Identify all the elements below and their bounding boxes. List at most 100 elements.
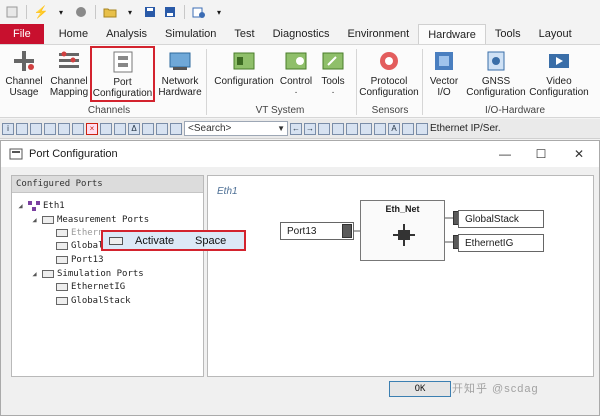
tree-item-global[interactable]: Global bbox=[56, 239, 104, 252]
port-label: GlobalStack bbox=[465, 213, 519, 225]
record-icon[interactable] bbox=[73, 4, 89, 20]
network-hardware-button[interactable]: Network Hardware bbox=[157, 49, 203, 98]
chevron-down-icon[interactable]: ▼ bbox=[277, 124, 287, 133]
copy-icon[interactable] bbox=[100, 122, 112, 135]
trace-icon[interactable] bbox=[44, 122, 56, 135]
tree-item-globalstack[interactable]: GlobalStack bbox=[56, 294, 131, 307]
port-node-ethernetig[interactable]: EthernetIG bbox=[458, 234, 544, 252]
delta-icon[interactable]: Δ bbox=[128, 122, 140, 135]
line-icon[interactable] bbox=[374, 122, 386, 135]
bookmark-icon[interactable] bbox=[332, 122, 344, 135]
context-menu-activate[interactable]: Activate Space bbox=[101, 230, 246, 251]
control-button[interactable]: Control · bbox=[278, 49, 314, 98]
gnss-configuration-button[interactable]: GNSS Configuration bbox=[466, 49, 526, 98]
channel-usage-button[interactable]: Channel Usage bbox=[4, 49, 44, 98]
network-hardware-icon bbox=[167, 49, 193, 73]
find-icon[interactable] bbox=[318, 122, 330, 135]
tree-label: Eth1 bbox=[43, 200, 65, 211]
bolt-icon[interactable]: ⚡ bbox=[33, 4, 49, 20]
vector-io-button[interactable]: Vector I/O bbox=[424, 49, 464, 98]
network-node-eth-net[interactable]: Eth_Net bbox=[360, 200, 445, 261]
forward-icon[interactable]: → bbox=[304, 122, 316, 135]
layout-icon[interactable] bbox=[346, 122, 358, 135]
chevron-down-icon[interactable]: ▾ bbox=[122, 4, 138, 20]
dialog-app-icon bbox=[9, 148, 23, 160]
tools-button[interactable]: Tools · bbox=[318, 49, 348, 98]
channel-mapping-icon bbox=[56, 49, 82, 73]
dialog-titlebar[interactable]: Port Configuration — ☐ ✕ bbox=[1, 141, 599, 167]
channel-usage-label: Channel Usage bbox=[5, 76, 43, 98]
port-configuration-button[interactable]: Port Configuration bbox=[90, 46, 155, 102]
save-icon[interactable] bbox=[142, 4, 158, 20]
tab-hardware[interactable]: Hardware bbox=[418, 24, 486, 44]
menu-item-activate[interactable]: Activate bbox=[135, 235, 195, 247]
info-icon[interactable]: i bbox=[2, 122, 14, 135]
tab-diagnostics[interactable]: Diagnostics bbox=[264, 24, 339, 44]
save-all-icon[interactable] bbox=[162, 4, 178, 20]
search-input[interactable]: <Search> ▼ bbox=[184, 121, 288, 136]
detail-icon[interactable] bbox=[156, 122, 168, 135]
arrow-icon[interactable] bbox=[170, 122, 182, 135]
stop-icon[interactable] bbox=[72, 122, 84, 135]
tree-item-measurement-ports[interactable]: ◢ Measurement Ports bbox=[30, 213, 149, 226]
filter-icon[interactable] bbox=[58, 122, 70, 135]
chevron-down-icon[interactable]: ▾ bbox=[211, 4, 227, 20]
paste-icon[interactable] bbox=[114, 122, 126, 135]
close-button[interactable]: ✕ bbox=[561, 141, 597, 167]
minimize-button[interactable]: — bbox=[487, 141, 523, 167]
quick-access-toolbar: ⚡ ▾ ▾ ▾ bbox=[0, 0, 600, 24]
back-icon[interactable]: ← bbox=[290, 122, 302, 135]
vector-io-icon bbox=[431, 49, 457, 73]
protocol-configuration-button[interactable]: Protocol Configuration bbox=[358, 49, 420, 98]
tree-label: Ethern bbox=[71, 227, 104, 238]
vt-tools-icon bbox=[320, 49, 346, 73]
configuration-button[interactable]: Configuration bbox=[212, 49, 276, 87]
tab-layout[interactable]: Layout bbox=[530, 24, 581, 44]
config-icon[interactable] bbox=[191, 4, 207, 20]
tab-tools[interactable]: Tools bbox=[486, 24, 530, 44]
node-title: Eth_Net bbox=[385, 204, 420, 214]
port-diagram-canvas[interactable]: Eth1 Port13 Eth_Net GlobalStack Ethernet… bbox=[207, 175, 594, 377]
tab-file[interactable]: File bbox=[0, 24, 44, 44]
font-icon[interactable]: A bbox=[388, 122, 400, 135]
network-filter-label[interactable]: Ethernet IP/Ser. bbox=[430, 123, 501, 134]
tab-test[interactable]: Test bbox=[225, 24, 263, 44]
tab-home[interactable]: Home bbox=[50, 24, 97, 44]
group-label-channels: Channels bbox=[87, 105, 131, 116]
network-icon[interactable] bbox=[416, 122, 428, 135]
tab-analysis[interactable]: Analysis bbox=[97, 24, 156, 44]
chevron-down-icon[interactable]: ▾ bbox=[53, 4, 69, 20]
chart-icon[interactable] bbox=[30, 122, 42, 135]
tree-item-simulation-ports[interactable]: ◢ Simulation Ports bbox=[30, 267, 143, 280]
port-icon bbox=[56, 228, 68, 237]
channel-mapping-button[interactable]: Channel Mapping bbox=[46, 49, 92, 98]
group-label-sensors: Sensors bbox=[371, 105, 409, 116]
grid-icon[interactable] bbox=[16, 122, 28, 135]
tree-label: EthernetIG bbox=[71, 281, 126, 292]
tree-item-ethernet[interactable]: Ethern bbox=[56, 226, 104, 239]
tree-label: Port13 bbox=[71, 254, 104, 265]
toggle-icon[interactable] bbox=[142, 122, 154, 135]
tree-item-port13[interactable]: Port13 bbox=[56, 253, 104, 266]
network-hardware-label: Network Hardware bbox=[158, 76, 202, 98]
maximize-button[interactable]: ☐ bbox=[523, 141, 559, 167]
port-node-globalstack[interactable]: GlobalStack bbox=[458, 210, 544, 228]
collapse-icon[interactable]: ◢ bbox=[30, 215, 39, 224]
ok-button[interactable]: OK bbox=[389, 381, 451, 397]
tree-item-eth1[interactable]: ◢ Eth1 bbox=[16, 199, 65, 212]
dialog-title: Port Configuration bbox=[29, 148, 118, 160]
collapse-icon[interactable]: ◢ bbox=[16, 201, 25, 210]
network-tree-icon bbox=[28, 200, 40, 211]
delete-icon[interactable]: × bbox=[86, 122, 98, 135]
sort-icon[interactable] bbox=[402, 122, 414, 135]
group-label-vt-system: VT System bbox=[255, 105, 305, 116]
tab-environment[interactable]: Environment bbox=[338, 24, 418, 44]
folder-icon[interactable] bbox=[102, 4, 118, 20]
app-icon bbox=[4, 4, 20, 20]
search-placeholder: <Search> bbox=[188, 123, 232, 134]
options-icon[interactable] bbox=[360, 122, 372, 135]
tree-item-ethernetig[interactable]: EthernetIG bbox=[56, 280, 125, 293]
collapse-icon[interactable]: ◢ bbox=[30, 269, 39, 278]
video-configuration-button[interactable]: Video Configuration bbox=[528, 49, 590, 98]
tab-simulation[interactable]: Simulation bbox=[156, 24, 225, 44]
